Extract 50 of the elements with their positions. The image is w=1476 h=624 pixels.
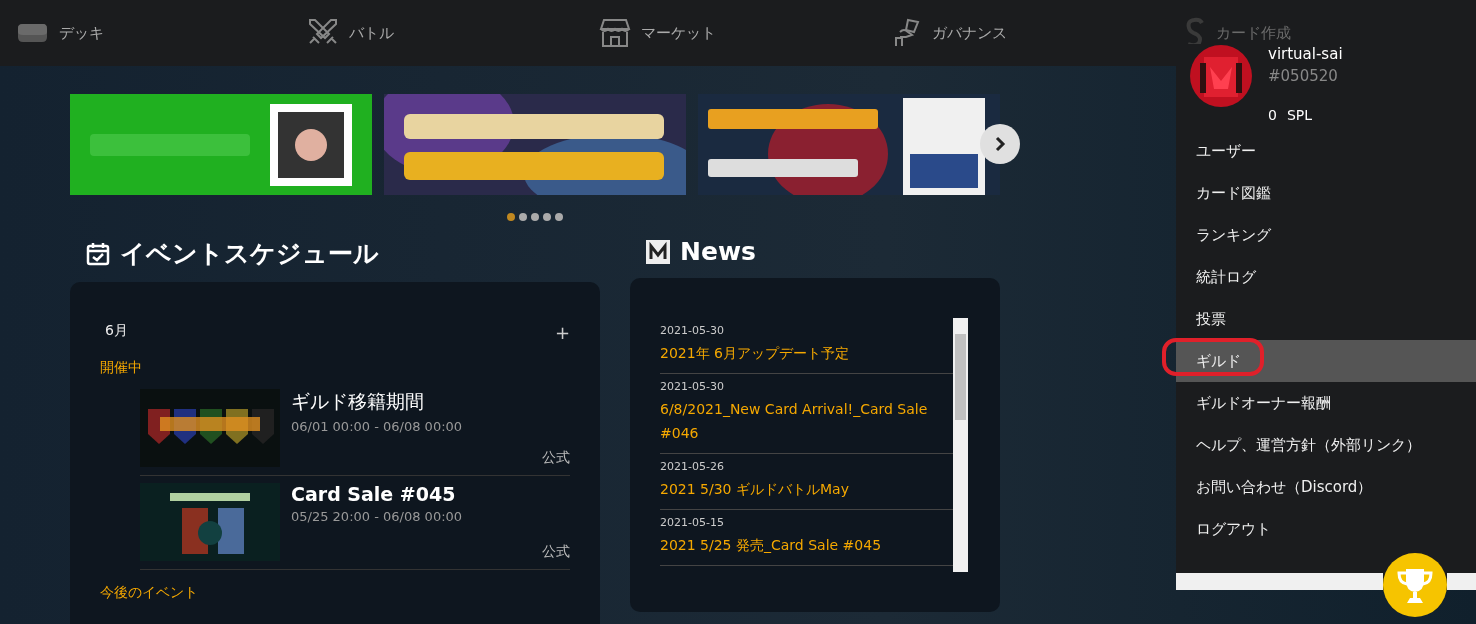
section-title: イベントスケジュール (120, 238, 379, 270)
news-link[interactable]: 2021 5/30 ギルドバトルMay (660, 477, 953, 501)
event-time: 05/25 20:00 - 06/08 00:00 (291, 509, 463, 524)
user-id: #050520 (1268, 67, 1339, 85)
next-button[interactable] (980, 124, 1020, 164)
carousel-dot[interactable] (555, 213, 563, 221)
carousel-dot[interactable] (519, 213, 527, 221)
group-label: 今後のイベント (100, 584, 199, 602)
m-logo-icon (646, 239, 670, 264)
news-date: 2021-05-15 (660, 516, 725, 529)
nav-item[interactable]: バトル (307, 0, 600, 66)
news-date: 2021-05-30 (660, 380, 725, 393)
news-link[interactable]: 6/8/2021_New Card Arrival!_Card Sale #046 (660, 397, 953, 445)
balance-amount: 0 (1268, 107, 1277, 123)
event-title[interactable]: Card Sale #045 (291, 483, 463, 505)
group-label: 開催中 (100, 359, 143, 377)
nav-item[interactable]: マーケット (599, 0, 892, 66)
event-time: 06/01 00:00 - 06/08 00:00 (291, 419, 463, 434)
news-date: 2021-05-26 (660, 460, 725, 473)
event-title[interactable]: ギルド移籍期間 (291, 389, 463, 415)
news-link[interactable]: 2021 5/25 発売_Card Sale #045 (660, 533, 953, 557)
menu-item[interactable]: ランキング (1176, 214, 1476, 256)
menu-item[interactable]: ギルドオーナー報酬 (1176, 382, 1476, 424)
expand-button[interactable]: + (554, 322, 570, 343)
event-tag: 公式 (542, 449, 570, 467)
news-link[interactable]: 2021年 6月アップデート予定 (660, 341, 953, 365)
menu-item[interactable]: ヘルプ、運営方針（外部リンク） (1176, 424, 1476, 466)
menu-item[interactable]: お問い合わせ（Discord） (1176, 466, 1476, 508)
section-title: News (680, 237, 756, 266)
nav-item[interactable]: ガバナンス (891, 0, 1184, 66)
username: virtual-sai (1268, 45, 1343, 63)
menu-item[interactable]: ログアウト (1176, 508, 1476, 550)
menu-item[interactable]: 投票 (1176, 298, 1476, 340)
nav-item[interactable]: デッキ (15, 0, 308, 66)
menu-item[interactable]: ギルド (1176, 340, 1476, 382)
calendar-check-icon (86, 241, 110, 266)
menu-item[interactable]: 統計ログ (1176, 256, 1476, 298)
menu-item[interactable]: カード図鑑 (1176, 172, 1476, 214)
event-tag: 公式 (542, 543, 570, 561)
scrollbar[interactable] (953, 318, 968, 572)
news-date: 2021-05-30 (660, 324, 725, 337)
carousel-dot[interactable] (531, 213, 539, 221)
shop-icon (599, 18, 632, 48)
carousel-dot[interactable] (543, 213, 551, 221)
carousel-dot[interactable] (507, 213, 515, 221)
currency-label: SPL (1286, 107, 1313, 123)
scrollbar[interactable] (1176, 573, 1383, 590)
month-label: 6月 (105, 322, 128, 340)
menu-item[interactable]: ユーザー (1176, 130, 1476, 172)
chevron-right-icon (994, 136, 1006, 152)
